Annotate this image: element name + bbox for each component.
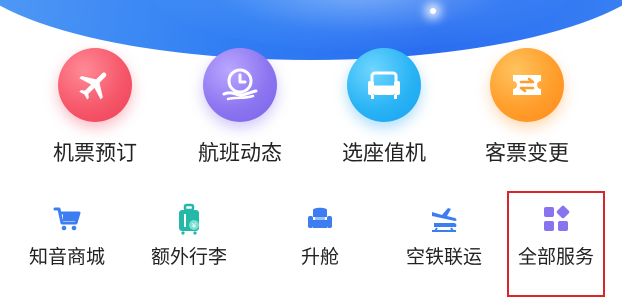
luggage-icon: ¥ (173, 203, 205, 235)
seat-upgrade-icon (304, 203, 336, 235)
service-label: 航班动态 (198, 141, 282, 165)
services-screen: 机票预订 航班动态 选座值机 客票变更 知音商城 ¥ 额外行李 升舱 空铁联运 … (0, 0, 622, 299)
service-extra-baggage[interactable]: ¥ 额外行李 (127, 203, 251, 269)
ticket-exchange-icon (490, 48, 564, 122)
service-label: 知音商城 (28, 246, 105, 268)
banner-sparkle (430, 8, 436, 14)
svg-text:¥: ¥ (192, 222, 197, 230)
service-label: 选座值机 (342, 141, 426, 165)
service-label: 空铁联运 (405, 246, 482, 268)
service-mall[interactable]: 知音商城 (5, 203, 129, 269)
air-rail-icon (428, 203, 460, 235)
service-flight-booking[interactable]: 机票预订 (30, 48, 160, 166)
service-label: 机票预订 (53, 141, 137, 165)
service-label: 额外行李 (150, 246, 227, 268)
seat-icon (347, 48, 421, 122)
service-air-rail[interactable]: 空铁联运 (382, 203, 506, 269)
service-ticket-change[interactable]: 客票变更 (462, 48, 592, 166)
service-flight-status[interactable]: 航班动态 (175, 48, 305, 166)
service-label: 客票变更 (485, 141, 569, 165)
highlight-box (507, 191, 605, 297)
shopping-cart-icon (51, 203, 83, 235)
airplane-icon (58, 48, 132, 122)
clock-hand-icon (203, 48, 277, 122)
service-cabin-upgrade[interactable]: 升舱 (258, 203, 382, 269)
service-seat-checkin[interactable]: 选座值机 (319, 48, 449, 166)
service-label: 升舱 (300, 246, 339, 268)
